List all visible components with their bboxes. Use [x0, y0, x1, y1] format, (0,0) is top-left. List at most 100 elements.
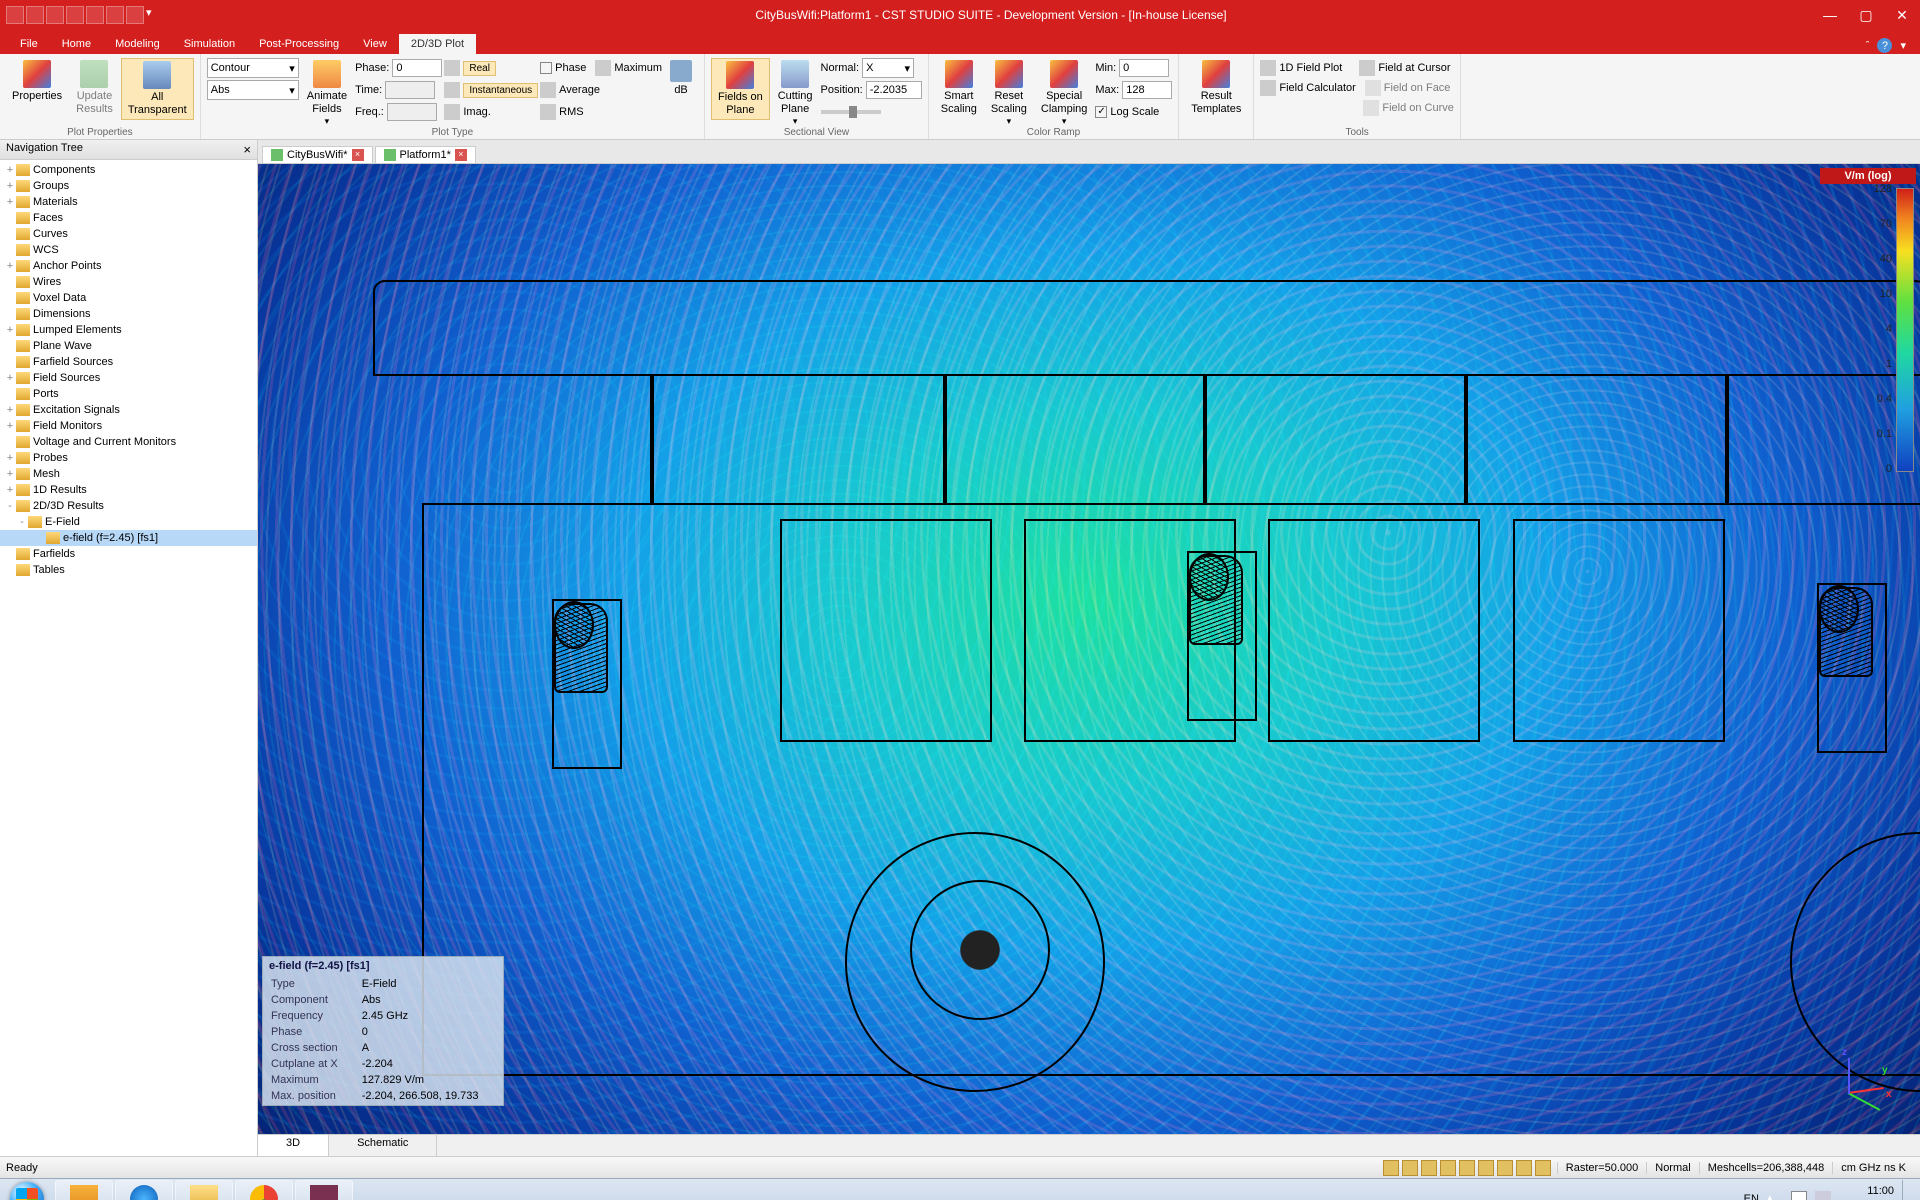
sb-zoom5-icon[interactable]: [1459, 1160, 1475, 1176]
qat-redo-icon[interactable]: [126, 6, 144, 24]
animate-fields-button[interactable]: Animate Fields▾: [301, 58, 353, 129]
tree-item[interactable]: -2D/3D Results: [0, 498, 257, 514]
tree-item[interactable]: Voxel Data: [0, 290, 257, 306]
tree-item[interactable]: -E-Field: [0, 514, 257, 530]
rms-button[interactable]: RMS: [559, 106, 583, 118]
qat-print-icon[interactable]: [86, 6, 104, 24]
tray-lang[interactable]: EN: [1744, 1193, 1759, 1200]
close-button[interactable]: ✕: [1884, 0, 1920, 30]
tab-close-icon[interactable]: ×: [352, 149, 364, 161]
expand-icon[interactable]: +: [4, 260, 16, 272]
tree-item[interactable]: Plane Wave: [0, 338, 257, 354]
taskbar-app-ie[interactable]: [115, 1180, 173, 1200]
maximize-button[interactable]: ▢: [1848, 0, 1884, 30]
taskbar-app-explorer[interactable]: [175, 1180, 233, 1200]
sb-zoom4-icon[interactable]: [1440, 1160, 1456, 1176]
tree-item[interactable]: WCS: [0, 242, 257, 258]
plot-style-dropdown[interactable]: Contour▾: [207, 58, 299, 78]
update-results-button[interactable]: Update Results: [70, 58, 119, 118]
tree-item[interactable]: Dimensions: [0, 306, 257, 322]
expand-icon[interactable]: +: [4, 420, 16, 432]
view-tab-schematic[interactable]: Schematic: [329, 1135, 437, 1156]
tree-item[interactable]: Ports: [0, 386, 257, 402]
tree-item[interactable]: +Materials: [0, 194, 257, 210]
tree-item[interactable]: +Lumped Elements: [0, 322, 257, 338]
qat-new-icon[interactable]: [6, 6, 24, 24]
all-transparent-button[interactable]: All Transparent: [121, 58, 194, 120]
expand-icon[interactable]: +: [4, 324, 16, 336]
tray-volume-icon[interactable]: [1815, 1191, 1831, 1200]
logscale-checkbox[interactable]: [1095, 106, 1107, 118]
sb-snap2-icon[interactable]: [1497, 1160, 1513, 1176]
expand-icon[interactable]: +: [4, 468, 16, 480]
minimize-button[interactable]: —: [1812, 0, 1848, 30]
position-input[interactable]: [866, 81, 922, 99]
tree-item[interactable]: +Excitation Signals: [0, 402, 257, 418]
tree-item[interactable]: Tables: [0, 562, 257, 578]
tab-postprocessing[interactable]: Post-Processing: [247, 34, 351, 54]
qat-undo-icon[interactable]: [106, 6, 124, 24]
average-button[interactable]: Average: [559, 84, 600, 96]
tree-item[interactable]: +Anchor Points: [0, 258, 257, 274]
field-on-curve-button[interactable]: Field on Curve: [1382, 102, 1454, 114]
field-at-cursor-button[interactable]: Field at Cursor: [1378, 62, 1450, 74]
tray-chevron-icon[interactable]: ▴: [1767, 1191, 1783, 1200]
qat-save-icon[interactable]: [46, 6, 64, 24]
special-clamping-button[interactable]: Special Clamping▾: [1035, 58, 1093, 129]
component-dropdown[interactable]: Abs▾: [207, 80, 299, 100]
tree-item[interactable]: e-field (f=2.45) [fs1]: [0, 530, 257, 546]
sb-cube-icon[interactable]: [1535, 1160, 1551, 1176]
freq-input[interactable]: [387, 103, 437, 121]
help-icon[interactable]: ?: [1877, 38, 1892, 53]
tree-item[interactable]: +1D Results: [0, 482, 257, 498]
expand-icon[interactable]: +: [4, 164, 16, 176]
tree-item[interactable]: Farfield Sources: [0, 354, 257, 370]
taskbar-app-outlook[interactable]: [55, 1180, 113, 1200]
expand-icon[interactable]: +: [4, 180, 16, 192]
sb-zoom-icon[interactable]: [1383, 1160, 1399, 1176]
sb-snap-icon[interactable]: [1478, 1160, 1494, 1176]
1d-field-plot-button[interactable]: 1D Field Plot: [1279, 62, 1342, 74]
maximum-button[interactable]: Maximum: [614, 62, 662, 74]
tree-item[interactable]: +Components: [0, 162, 257, 178]
qat-more-icon[interactable]: ▾: [146, 6, 164, 24]
tray-clock[interactable]: 11:00 12.09.2017: [1839, 1185, 1894, 1200]
expand-icon[interactable]: +: [4, 452, 16, 464]
taskbar-app-cst[interactable]: [295, 1180, 353, 1200]
imag-button[interactable]: Imag.: [463, 106, 491, 118]
field-on-face-button[interactable]: Field on Face: [1384, 82, 1451, 94]
qat-saveall-icon[interactable]: [66, 6, 84, 24]
tree-item[interactable]: Voltage and Current Monitors: [0, 434, 257, 450]
phase-checkbox[interactable]: [540, 62, 552, 74]
db-button[interactable]: dB: [664, 58, 698, 99]
tree-item[interactable]: Curves: [0, 226, 257, 242]
position-slider[interactable]: [821, 110, 881, 114]
sb-zoom2-icon[interactable]: [1402, 1160, 1418, 1176]
smart-scaling-button[interactable]: Smart Scaling: [935, 58, 983, 118]
instantaneous-button[interactable]: Instantaneous: [463, 83, 538, 98]
real-button[interactable]: Real: [463, 61, 496, 76]
phase-input[interactable]: [392, 59, 442, 77]
cutting-plane-button[interactable]: Cutting Plane▾: [772, 58, 819, 129]
tab-home[interactable]: Home: [50, 34, 103, 54]
expand-icon[interactable]: +: [4, 196, 16, 208]
tree-item[interactable]: +Field Sources: [0, 370, 257, 386]
view-tab-3d[interactable]: 3D: [258, 1135, 329, 1156]
tree-item[interactable]: Farfields: [0, 546, 257, 562]
field-calculator-button[interactable]: Field Calculator: [1279, 82, 1355, 94]
properties-button[interactable]: Properties: [6, 58, 68, 105]
sb-zoom3-icon[interactable]: [1421, 1160, 1437, 1176]
reset-scaling-button[interactable]: Reset Scaling▾: [985, 58, 1033, 129]
min-input[interactable]: [1119, 59, 1169, 77]
tab-view[interactable]: View: [351, 34, 399, 54]
result-templates-button[interactable]: Result Templates: [1185, 58, 1247, 118]
ribbon-collapse-icon[interactable]: ˆ: [1862, 38, 1874, 54]
expand-icon[interactable]: -: [4, 500, 16, 512]
tray-flag-icon[interactable]: [1791, 1191, 1807, 1200]
document-tab[interactable]: Platform1*×: [375, 146, 476, 163]
expand-icon[interactable]: +: [4, 484, 16, 496]
help-dropdown-icon[interactable]: ▾: [1896, 37, 1910, 54]
tab-2d3dplot[interactable]: 2D/3D Plot: [399, 34, 476, 54]
start-button[interactable]: [0, 1179, 54, 1200]
normal-dropdown[interactable]: X▾: [862, 58, 914, 78]
